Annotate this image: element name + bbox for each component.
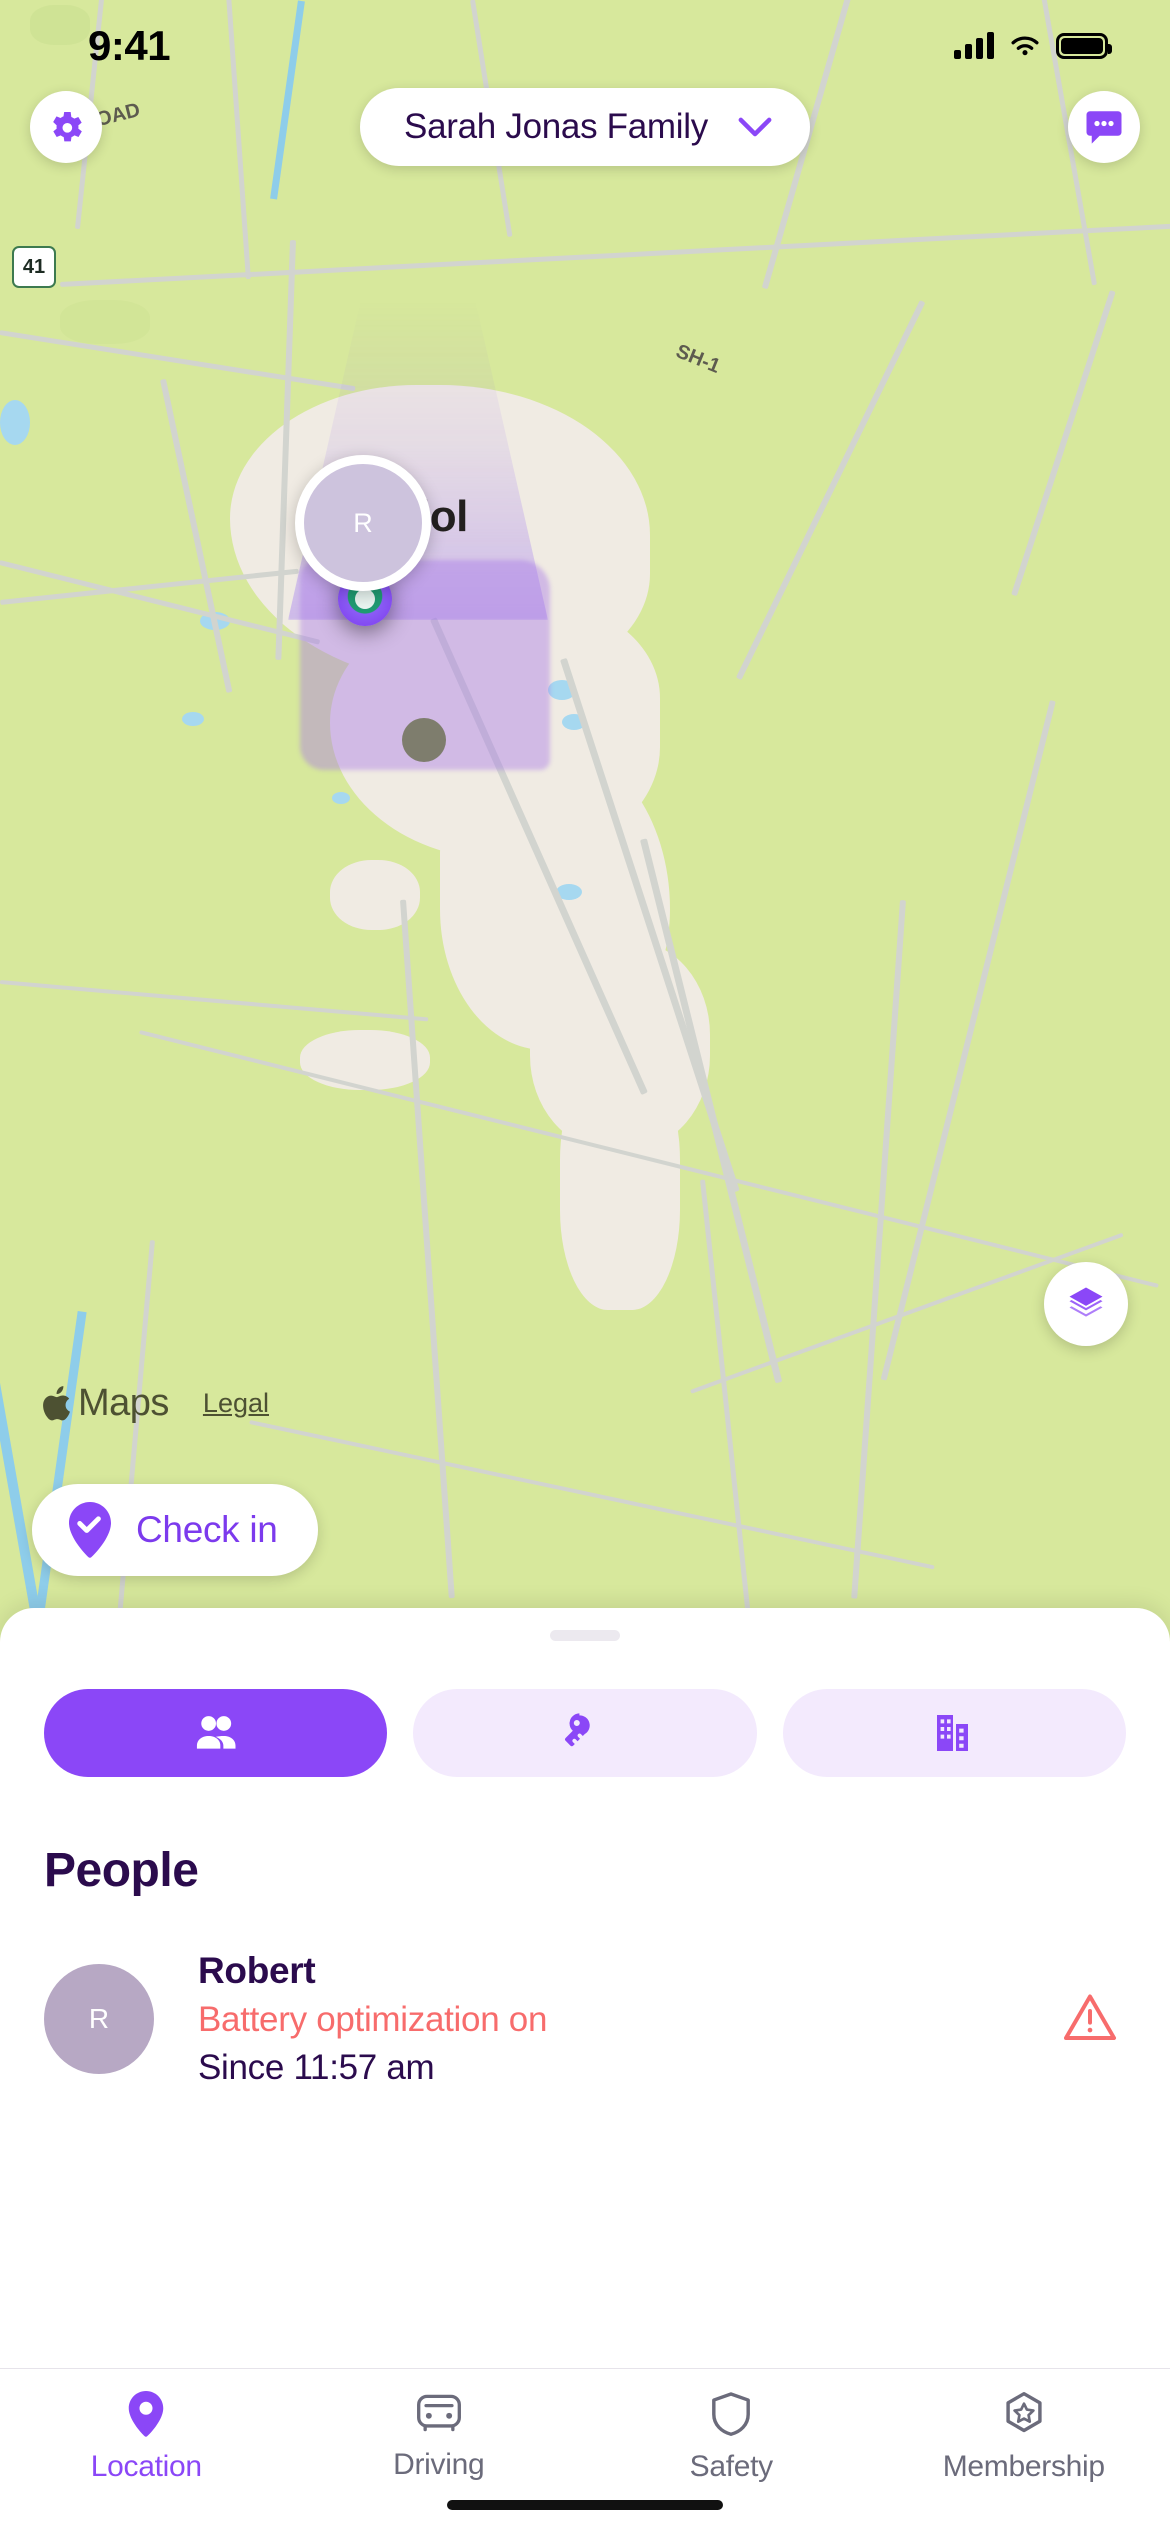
tab-places[interactable] (782, 1689, 1126, 1777)
buildings-icon (937, 1715, 969, 1751)
map-road (160, 378, 233, 694)
highway-shield-icon: 41 (12, 246, 56, 288)
settings-button[interactable] (30, 91, 102, 163)
maps-label: Maps (78, 1382, 169, 1424)
apple-maps-wordmark: Maps (42, 1382, 169, 1425)
nav-label-driving: Driving (393, 2448, 485, 2481)
map-secondary-marker[interactable] (402, 718, 446, 762)
status-bar: 9:41 (0, 0, 1170, 92)
battery-full-icon (1056, 33, 1112, 59)
tab-items[interactable] (413, 1689, 757, 1777)
map-road (60, 223, 1170, 287)
map-road (113, 1240, 155, 1659)
map-highway-label: SH-1 (672, 340, 724, 378)
check-pin-icon (69, 1502, 111, 1558)
nav-label-membership: Membership (942, 2450, 1105, 2483)
status-bar-time: 9:41 (88, 22, 171, 69)
wifi-icon (1011, 36, 1039, 56)
gear-icon (53, 112, 82, 142)
person-details: Robert Battery optimization on Since 11:… (198, 1950, 1062, 2088)
map-road (249, 1420, 935, 1570)
nav-item-location[interactable]: Location (0, 2391, 293, 2484)
nav-item-driving[interactable]: Driving (293, 2391, 586, 2482)
nav-item-membership[interactable]: Membership (878, 2391, 1170, 2484)
check-in-button[interactable]: Check in (32, 1484, 318, 1576)
map-river (30, 1311, 87, 1649)
map-road (880, 700, 1056, 1381)
map-layers-button[interactable] (1044, 1262, 1128, 1346)
family-selector[interactable]: Sarah Jonas Family (360, 88, 810, 166)
map-marker-initial: R (353, 507, 373, 538)
warning-triangle-icon[interactable] (1062, 1991, 1118, 2048)
nav-label-safety: Safety (689, 2450, 774, 2483)
person-list-item[interactable]: R Robert Battery optimization on Since 1… (0, 1898, 1170, 2088)
sheet-drag-handle[interactable] (550, 1630, 620, 1641)
person-since: Since 11:57 am (198, 2048, 435, 2087)
person-avatar: R (44, 1964, 154, 2074)
map-green-area (60, 300, 150, 344)
map-header: Sarah Jonas Family (0, 88, 1170, 166)
map-attribution: Maps Legal (42, 1382, 269, 1425)
map-road (400, 899, 455, 1599)
map-road (851, 900, 906, 1599)
person-name: Robert (198, 1950, 316, 1991)
map-lake (332, 792, 350, 804)
shield-icon (712, 2392, 751, 2436)
map-road (0, 980, 429, 1022)
messages-button[interactable] (1068, 91, 1140, 163)
check-in-label: Check in (136, 1509, 278, 1550)
map-person-marker[interactable]: R (295, 455, 431, 591)
nav-item-safety[interactable]: Safety (585, 2391, 878, 2484)
status-bar-indicators (954, 32, 1112, 59)
legal-link[interactable]: Legal (203, 1388, 269, 1419)
map-lake (0, 400, 30, 445)
map-lake (182, 712, 204, 726)
chevron-down-icon (738, 117, 772, 137)
bottom-sheet: People R Robert Battery optimization on … (0, 1608, 1170, 2408)
map-road (0, 330, 356, 392)
apple-logo-icon (43, 1385, 70, 1420)
map-marker-avatar[interactable]: R (295, 455, 431, 591)
layers-icon (1069, 1287, 1103, 1317)
key-icon (565, 1713, 590, 1747)
map-road (735, 300, 926, 681)
car-icon (416, 2394, 461, 2432)
map-urban-area (560, 1060, 680, 1310)
section-title: People (44, 1844, 199, 1897)
home-indicator (447, 2500, 723, 2510)
chat-bubble-icon (1086, 111, 1122, 144)
person-avatar-initial: R (88, 2003, 110, 2034)
map-road (1011, 290, 1116, 597)
highway-shield-number: 41 (22, 255, 46, 278)
people-icon (196, 1716, 236, 1749)
cellular-bars-icon (954, 32, 994, 59)
nav-label-location: Location (90, 2450, 202, 2483)
tab-people[interactable] (44, 1689, 388, 1777)
sheet-tab-group (0, 1641, 1170, 1777)
person-status: Battery optimization on (198, 2000, 548, 2039)
family-name-label: Sarah Jonas Family (404, 107, 708, 146)
star-badge-icon (1006, 2391, 1042, 2433)
map-pin-icon (129, 2391, 164, 2437)
